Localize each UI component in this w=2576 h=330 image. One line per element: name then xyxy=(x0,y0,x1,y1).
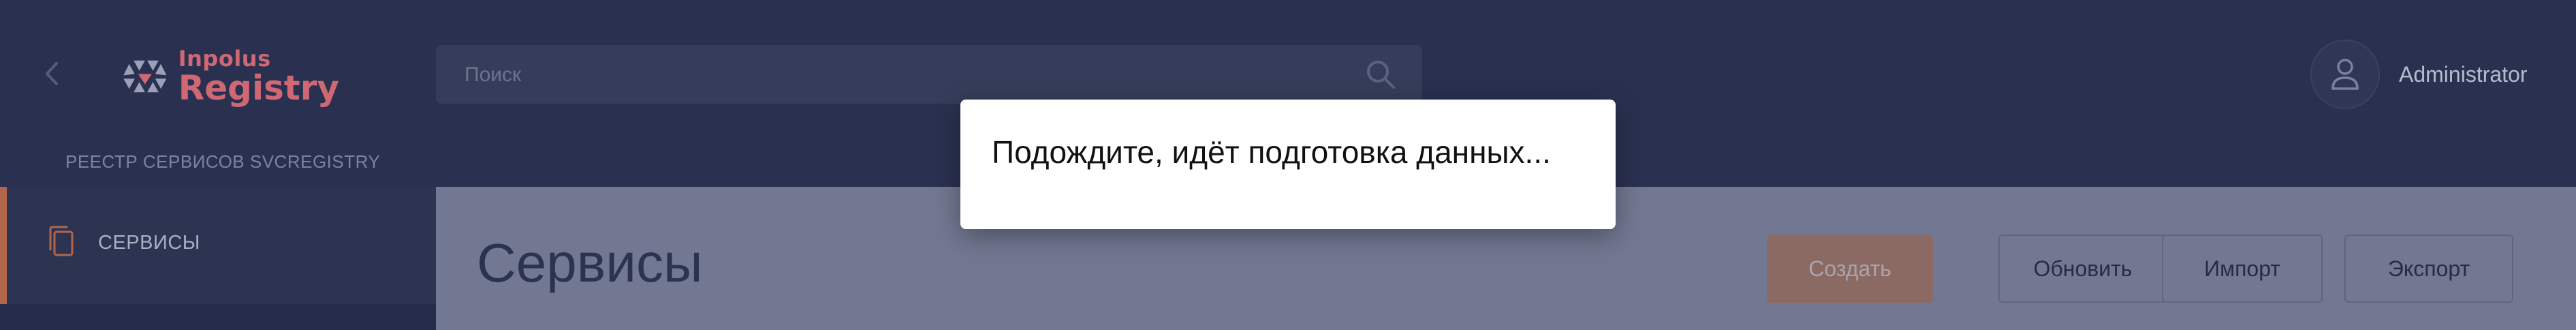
search-icon[interactable] xyxy=(1365,59,1396,90)
avatar[interactable] xyxy=(2310,40,2380,109)
logo[interactable]: Inpolus Registry xyxy=(121,44,339,109)
page-title: Сервисы xyxy=(477,232,703,293)
logo-big-text: Registry xyxy=(178,68,339,108)
user-menu[interactable]: Administrator xyxy=(2310,38,2556,110)
back-button[interactable] xyxy=(38,60,65,87)
loading-message: Подождите, идёт подготовка данных... xyxy=(992,134,1551,170)
search-input[interactable] xyxy=(463,45,1338,105)
active-indicator xyxy=(0,187,7,304)
logo-small-text: Inpolus xyxy=(178,46,271,72)
user-name[interactable]: Administrator xyxy=(2399,62,2528,87)
chevron-left-icon xyxy=(46,62,58,85)
search-box xyxy=(436,45,1422,105)
sidebar-item-services[interactable]: СЕРВИСЫ xyxy=(0,187,436,304)
loading-dialog: Подождите, идёт подготовка данных... xyxy=(960,100,1616,229)
create-button[interactable]: Создать xyxy=(1767,235,1933,303)
document-copy-icon xyxy=(49,226,74,256)
refresh-button[interactable]: Обновить xyxy=(1998,235,2167,303)
sidebar-item-label: СЕРВИСЫ xyxy=(98,232,200,254)
breadcrumb: РЕЕСТР СЕРВИСОВ SVCREGISTRY xyxy=(65,151,381,172)
user-icon xyxy=(2331,59,2359,90)
logo-mark-icon xyxy=(123,60,167,93)
logo-text: Inpolus Registry xyxy=(178,48,339,105)
sidebar: СЕРВИСЫ xyxy=(0,187,436,330)
import-button[interactable]: Импорт xyxy=(2162,235,2323,303)
export-button[interactable]: Экспорт xyxy=(2344,235,2513,303)
